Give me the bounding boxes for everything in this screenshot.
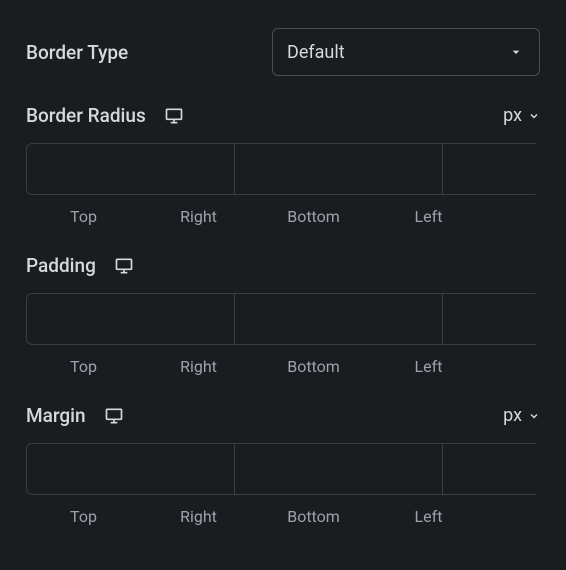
side-label-bottom: Bottom: [256, 507, 371, 526]
border-radius-unit-select[interactable]: px: [503, 105, 540, 126]
border-radius-top-input[interactable]: [26, 143, 234, 195]
border-radius-label: Border Radius: [26, 104, 146, 127]
side-label-left: Left: [371, 357, 486, 376]
margin-bottom-input[interactable]: [442, 443, 540, 495]
side-label-bottom: Bottom: [256, 207, 371, 226]
border-type-label: Border Type: [26, 41, 128, 64]
side-label-right: Right: [141, 357, 256, 376]
margin-unit-select[interactable]: px: [503, 405, 540, 426]
side-label-top: Top: [26, 357, 141, 376]
padding-bottom-input[interactable]: [442, 293, 540, 345]
side-label-top: Top: [26, 507, 141, 526]
padding-label: Padding: [26, 254, 96, 277]
side-label-right: Right: [141, 207, 256, 226]
padding-right-input[interactable]: [234, 293, 442, 345]
margin-top-input[interactable]: [26, 443, 234, 495]
side-label-top: Top: [26, 207, 141, 226]
desktop-icon[interactable]: [164, 106, 184, 126]
side-label-bottom: Bottom: [256, 357, 371, 376]
margin-right-input[interactable]: [234, 443, 442, 495]
side-label-left: Left: [371, 507, 486, 526]
border-type-select[interactable]: Default: [272, 28, 540, 76]
padding-top-input[interactable]: [26, 293, 234, 345]
side-label-right: Right: [141, 507, 256, 526]
desktop-icon[interactable]: [104, 406, 124, 426]
border-radius-right-input[interactable]: [234, 143, 442, 195]
desktop-icon[interactable]: [114, 256, 134, 276]
border-radius-bottom-input[interactable]: [442, 143, 540, 195]
margin-label: Margin: [26, 404, 86, 427]
side-label-left: Left: [371, 207, 486, 226]
